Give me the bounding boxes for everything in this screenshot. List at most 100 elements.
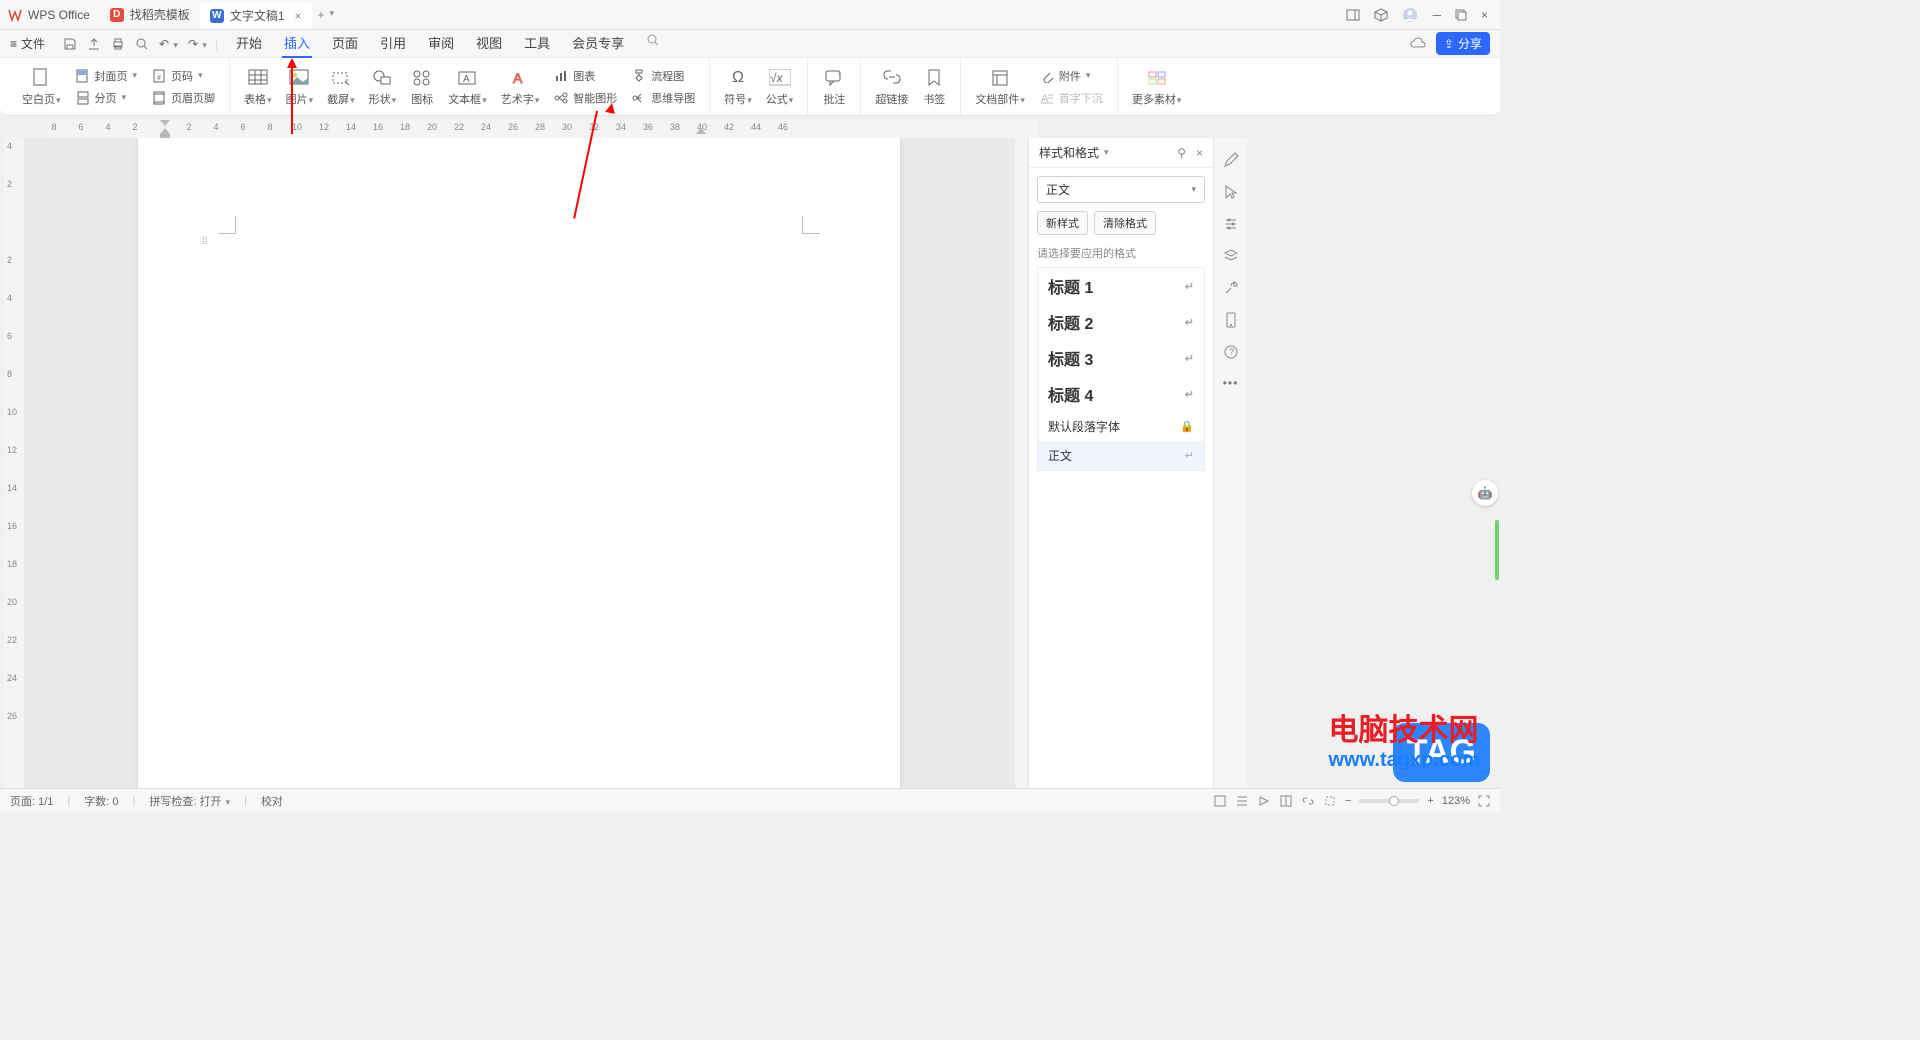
chart-icon [553,68,569,84]
share-button[interactable]: ⇪ 分享 [1436,32,1490,55]
tab-tools[interactable]: 工具 [522,29,552,58]
tab-member[interactable]: 会员专享 [570,29,626,58]
vertical-scrollbar[interactable] [1014,138,1028,792]
avatar-icon[interactable] [1402,7,1418,23]
hyperlink-button[interactable]: 超链接 [869,65,914,109]
settings-icon[interactable] [1223,216,1239,232]
page[interactable]: ⁞⁞ [138,138,900,792]
style-item-h4[interactable]: 标题 4↵ [1038,376,1204,412]
pencil-icon[interactable] [1223,152,1239,168]
symbol-button[interactable]: Ω符号▾ [718,65,758,109]
clear-format-button[interactable]: 清除格式 [1094,211,1156,235]
file-menu[interactable]: ≡ 文件 [0,35,55,52]
blank-page-button[interactable]: 空白页▾ [16,65,67,109]
tab-page[interactable]: 页面 [330,29,360,58]
phone-icon[interactable] [1223,312,1239,328]
fit-icon[interactable] [1323,794,1337,808]
close-panel-icon[interactable]: × [1196,146,1203,160]
attachment-button[interactable]: 附件▾ [1033,65,1109,87]
status-words[interactable]: 字数: 0 [84,793,118,809]
paragraph-handle-icon[interactable]: ⁞⁞ [202,236,208,247]
layers-icon[interactable] [1223,248,1239,264]
shape-button[interactable]: 形状▾ [363,65,403,109]
fullscreen-icon[interactable] [1478,795,1490,807]
dropcap-button[interactable]: A首字下沉 [1033,87,1109,109]
chevron-down-icon[interactable]: ▾ [1104,147,1109,158]
cover-button[interactable]: 封面页▾ [69,65,144,87]
pin-icon[interactable]: ⚲ [1177,146,1186,160]
style-item-h3[interactable]: 标题 3↵ [1038,340,1204,376]
view-read-icon[interactable] [1257,794,1271,808]
tools-icon[interactable] [1223,280,1239,296]
comment-button[interactable]: +批注 [816,65,852,109]
maximize-button[interactable] [1455,9,1467,21]
mindmap-button[interactable]: 思维导图 [625,87,701,109]
more-resources-button[interactable]: 更多素材▾ [1126,65,1188,109]
tab-review[interactable]: 审阅 [426,29,456,58]
vertical-ruler[interactable]: 422468101214161820222426 [4,138,24,792]
tab-view[interactable]: 视图 [474,29,504,58]
style-item-default-font[interactable]: 默认段落字体🔒 [1038,412,1204,441]
textbox-button[interactable]: A文本框▾ [442,65,493,109]
cursor-icon[interactable] [1223,184,1239,200]
view-web-icon[interactable] [1279,794,1293,808]
status-proof[interactable]: 校对 [261,793,283,809]
table-button[interactable]: 表格▾ [238,65,278,109]
app-tab[interactable]: WPS Office [0,2,100,28]
status-bar: 页面: 1/1 | 字数: 0 | 拼写检查: 打开 ▾ | 校对 − + 12… [0,788,1500,812]
chart-button[interactable]: 图表 [547,65,623,87]
cloud-sync-icon[interactable] [1410,37,1426,51]
status-page[interactable]: 页面: 1/1 [10,793,53,809]
close-tab-icon[interactable]: × [295,9,302,23]
document-tab-active[interactable]: W 文字文稿1 × [200,2,312,28]
more-icon[interactable]: ••• [1223,376,1239,390]
status-spell[interactable]: 拼写检查: 打开 ▾ [149,793,230,809]
export-icon[interactable] [87,37,101,51]
new-style-button[interactable]: 新样式 [1037,211,1088,235]
redo-button[interactable]: ↷ ▾ [188,37,207,51]
flowchart-button[interactable]: 流程图 [625,65,701,87]
print-icon[interactable] [111,37,125,51]
undo-button[interactable]: ↶ ▾ [159,37,178,51]
link-icon[interactable] [1301,794,1315,808]
panel-title: 样式和格式 [1039,144,1099,161]
view-page-icon[interactable] [1213,794,1227,808]
equation-button[interactable]: √x公式▾ [760,65,800,109]
tab-start[interactable]: 开始 [234,29,264,58]
style-item-h1[interactable]: 标题 1↵ [1038,268,1204,304]
view-outline-icon[interactable] [1235,794,1249,808]
page-number-button[interactable]: #页码▾ [145,65,221,87]
zoom-value[interactable]: 123% [1442,795,1470,807]
zoom-slider[interactable] [1359,799,1419,803]
wordart-button[interactable]: A艺术字▾ [495,65,546,109]
print-preview-icon[interactable] [135,37,149,51]
panel-icon[interactable] [1346,8,1360,22]
help-icon[interactable]: ? [1223,344,1239,360]
screenshot-button[interactable]: 截屏▾ [321,65,361,109]
doc-parts-button[interactable]: 文档部件▾ [969,65,1031,109]
header-footer-button[interactable]: 页眉页脚 [145,87,221,109]
close-button[interactable]: × [1481,8,1488,22]
minimize-button[interactable]: ─ [1432,8,1441,22]
current-style-select[interactable]: 正文 ▾ [1037,176,1205,203]
add-tab-button[interactable]: + ▾ [318,8,335,22]
style-item-h2[interactable]: 标题 2↵ [1038,304,1204,340]
picture-button[interactable]: 图片▾ [280,65,320,109]
style-item-body[interactable]: 正文↵ [1038,441,1204,470]
template-tab[interactable]: D 找稻壳模板 [100,2,200,28]
document-area[interactable]: ⁞⁞ [24,138,1014,792]
tab-insert[interactable]: 插入 [282,29,312,58]
smartart-button[interactable]: 智能图形 [547,87,623,109]
doc-parts-icon [991,67,1009,89]
tab-reference[interactable]: 引用 [378,29,408,58]
icon-button[interactable]: 图标 [404,65,440,109]
save-icon[interactable] [63,37,77,51]
bookmark-button[interactable]: 书签 [916,65,952,109]
search-tab-icon[interactable] [644,29,662,58]
zoom-in-button[interactable]: + [1427,795,1433,807]
ai-assistant-icon[interactable]: 🤖 [1472,480,1498,506]
zoom-out-button[interactable]: − [1345,795,1351,807]
horizontal-ruler[interactable]: 8642246810121416182022242628303234363840… [48,120,1038,138]
cube-icon[interactable] [1374,8,1388,22]
page-break-button[interactable]: 分页▾ [69,87,144,109]
